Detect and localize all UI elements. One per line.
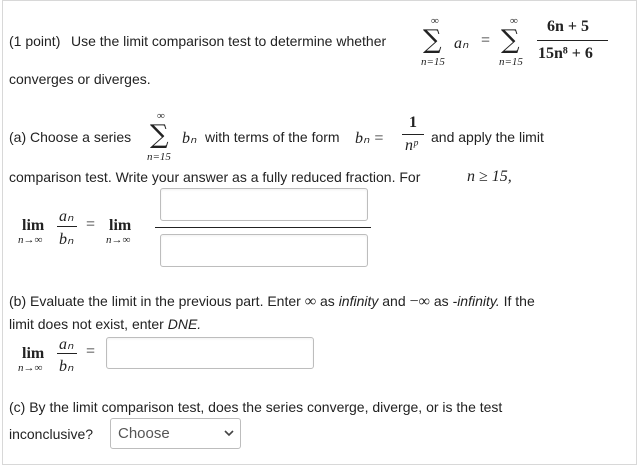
part-a-equals: = bbox=[86, 216, 96, 233]
part-b-text2: as bbox=[320, 293, 335, 309]
part-b-text5: If the bbox=[503, 293, 535, 309]
part-a-ratio-num: aₙ bbox=[59, 208, 74, 225]
chevron-down-icon bbox=[224, 430, 234, 437]
part-a-lim-sub-2: n→∞ bbox=[106, 234, 131, 246]
part-a-term-b: bₙ bbox=[182, 130, 197, 147]
limit-numerator-input[interactable] bbox=[160, 188, 368, 221]
neg-infinity-word: -infinity. bbox=[452, 293, 500, 309]
part-a-form-bar bbox=[402, 134, 424, 135]
part-b-line2: limit does not exist, enter DNE. bbox=[9, 316, 201, 332]
limit-value-input[interactable] bbox=[106, 337, 314, 369]
fraction-denominator: 15n⁸ + 6 bbox=[538, 45, 593, 62]
part-c-line1: (c) By the limit comparison test, does t… bbox=[9, 399, 503, 415]
part-a-line2: comparison test. Write your answer as a … bbox=[9, 169, 421, 185]
part-b-line2-text: limit does not exist, enter bbox=[9, 316, 164, 332]
part-b-lim: lim bbox=[22, 345, 45, 362]
sigma-symbol-2: ∑ bbox=[501, 25, 520, 55]
part-a-middle: with terms of the form bbox=[205, 129, 340, 145]
infinity-symbol: ∞ bbox=[304, 293, 317, 310]
part-b-ratio-bar bbox=[57, 353, 77, 354]
fraction-numerator: 6n + 5 bbox=[547, 18, 590, 35]
part-a-condition: n ≥ 15, bbox=[467, 168, 512, 185]
part-a-form-lhs: bₙ = bbox=[355, 130, 385, 147]
part-b-lim-sub: n→∞ bbox=[18, 362, 43, 374]
part-a-lim-sub: n→∞ bbox=[18, 234, 43, 246]
part-a-form-num: 1 bbox=[409, 114, 417, 131]
infinity-word: infinity bbox=[338, 293, 379, 309]
part-b-text1: (b) Evaluate the limit in the previous p… bbox=[9, 293, 301, 309]
part-a-ratio-den: bₙ bbox=[59, 231, 74, 248]
points-label: (1 point) bbox=[9, 33, 61, 49]
neg-infinity-symbol: −∞ bbox=[409, 293, 430, 310]
part-b-equals: = bbox=[86, 343, 96, 360]
part-b-text3: and bbox=[382, 293, 406, 309]
part-a-prefix: (a) Choose a series bbox=[9, 129, 132, 145]
series-term-a: aₙ bbox=[454, 35, 469, 52]
part-c-line2: inconclusive? bbox=[9, 426, 94, 442]
limit-answer-fraction-bar bbox=[155, 227, 371, 228]
fraction-bar bbox=[537, 40, 608, 41]
part-b-ratio-num: aₙ bbox=[59, 336, 74, 353]
part-a-lim: lim bbox=[22, 217, 45, 234]
sum-lower-limit: n=15 bbox=[421, 56, 445, 68]
part-b-text4: as bbox=[433, 293, 449, 309]
part-b-ratio-den: bₙ bbox=[59, 358, 74, 375]
sum-lower-limit-2: n=15 bbox=[499, 56, 523, 68]
part-a-suffix: and apply the limit bbox=[431, 129, 544, 145]
equals-sign: = bbox=[481, 32, 491, 49]
part-a-lim-2: lim bbox=[109, 217, 132, 234]
part-a-sigma: ∑ bbox=[150, 120, 169, 150]
part-a-sum-lower: n=15 bbox=[147, 151, 171, 163]
part-a-form-den: nᵖ bbox=[405, 137, 418, 154]
convergence-select[interactable]: Choose bbox=[110, 418, 241, 449]
dne-word: DNE. bbox=[167, 316, 202, 332]
converges-text: converges or diverges. bbox=[9, 71, 151, 87]
part-a-ratio-bar bbox=[57, 226, 77, 227]
select-value: Choose bbox=[118, 425, 170, 442]
intro-text: Use the limit comparison test to determi… bbox=[71, 33, 387, 49]
part-b-line1: (b) Evaluate the limit in the previous p… bbox=[9, 293, 535, 311]
problem-frame bbox=[2, 0, 637, 465]
sigma-symbol: ∑ bbox=[423, 25, 442, 55]
limit-denominator-input[interactable] bbox=[160, 234, 368, 267]
